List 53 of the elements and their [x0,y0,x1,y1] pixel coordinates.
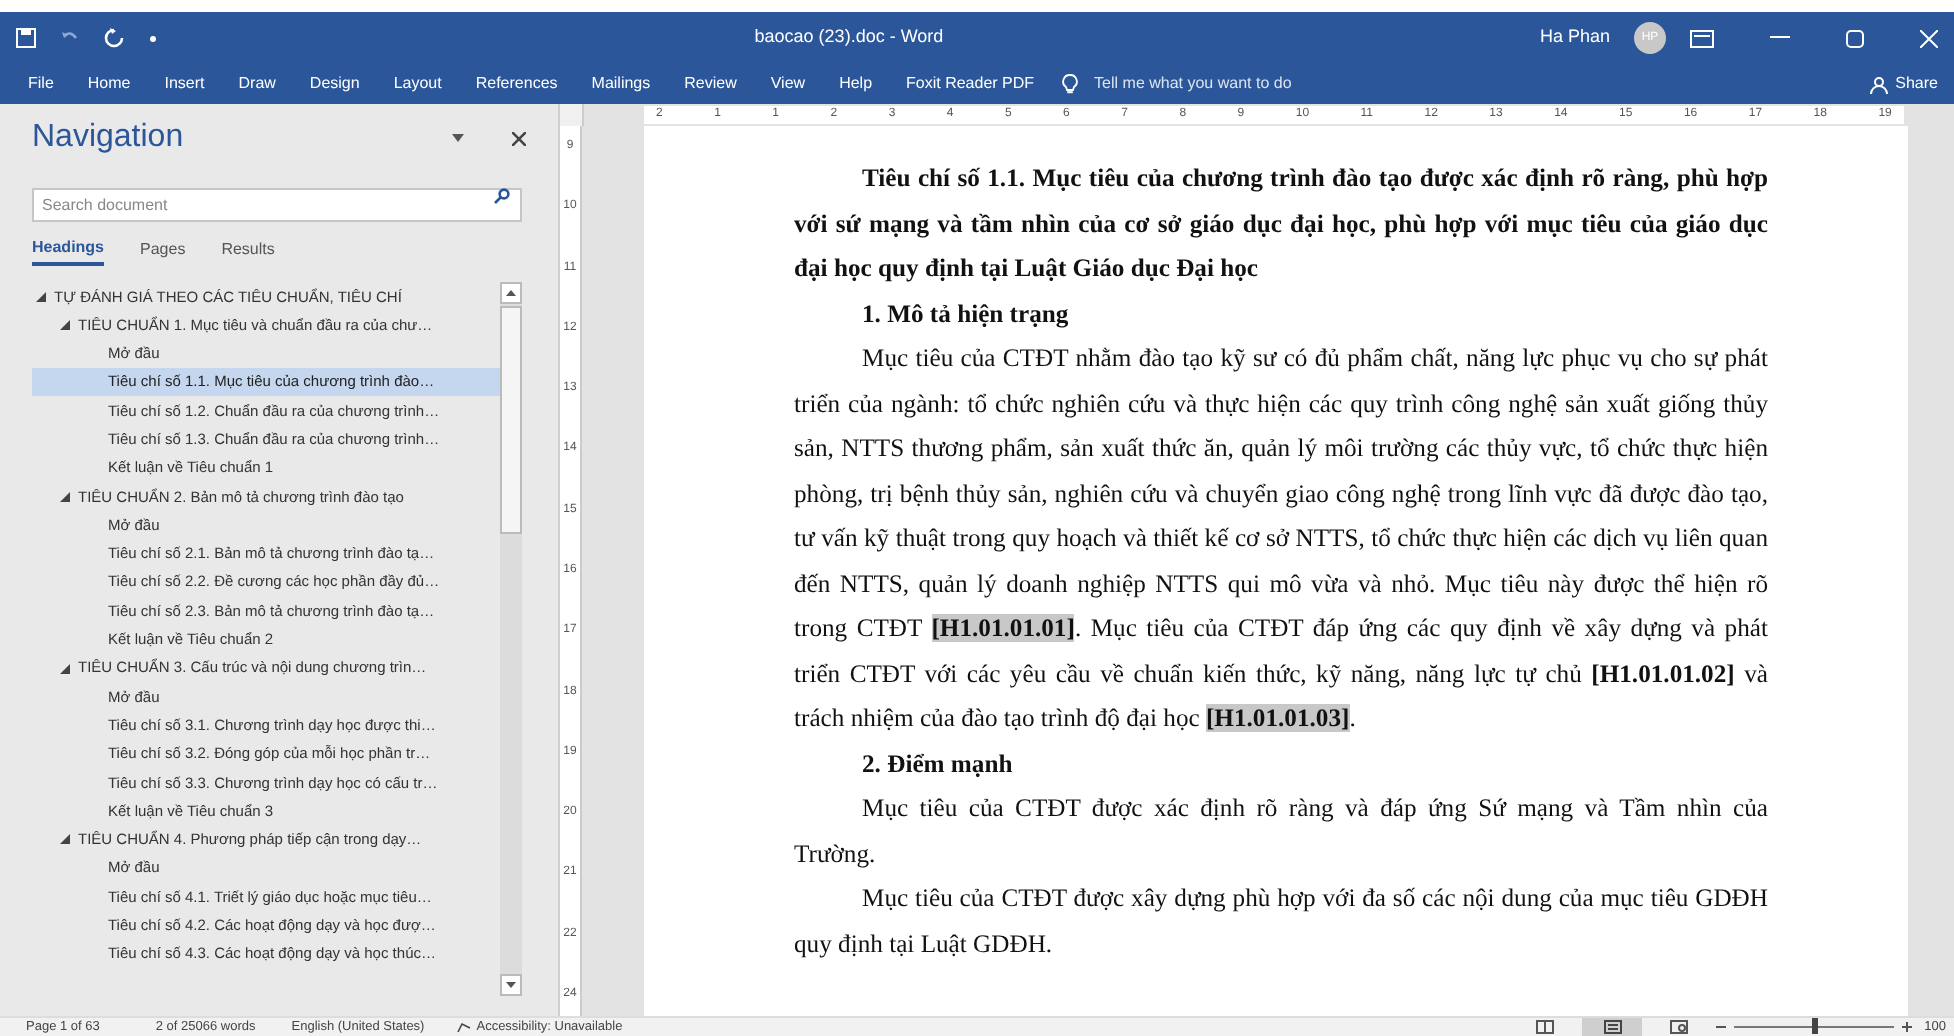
search-field[interactable]: Search document [32,188,522,222]
scroll-up-icon[interactable] [506,290,516,296]
tell-me-field[interactable]: Tell me what you want to do [1094,72,1292,96]
paragraph: Mục tiêu của CTĐT được xây dựng phù hợp với đa số các nội dung của mục tiêu GDĐH quy định tại Luật GDĐH. [794,882,1768,962]
pane-tab[interactable]: Pages [140,234,186,266]
pane-title: Navigation [32,118,184,158]
search-icon[interactable] [494,187,510,203]
accessibility-icon[interactable] [456,1021,473,1033]
ribbon-tab[interactable]: Foxit Reader PDF [906,72,1035,96]
minimize-icon[interactable] [1770,36,1790,40]
ribbon-tab[interactable]: References [475,72,558,96]
ribbon-tab[interactable]: Layout [393,72,442,96]
collapse-arrow-icon[interactable] [60,663,70,673]
subheading: 2. Điểm mạnh [860,747,1015,781]
ribbon-tab[interactable]: Help [839,72,873,96]
redo-icon[interactable] [104,28,124,48]
collapse-arrow-icon[interactable] [36,291,46,302]
paragraph: Mục tiêu của CTĐT nhằm đào tạo kỹ sư có đủ phẩm chất, năng lực phục vụ cho sự phát triển của ngành: tổ chức nghiên cứu và thực hiện các quy trình công nghệ sản xuất giống thủy sản, NTTS thương phẩm, sản xuất thức ăn, quản lý môi trường các thủy vực, tổ chức thực hiện phòng, trị bệnh thủy sản, nghiên cứu và chuyển giao công nghệ trong lĩnh vực đã được đào tạo, tư vấn kỹ thuật trong quy hoạch và thiết kế cơ sở NTTS, tổ chức thực hiện các dịch vụ liên quan đến NTTS, quản lý doanh nghiệp NTTS qui mô vừa và nhỏ. Mục tiêu này được thể hiện rõ trong CTĐT [H1.01.01.01]. Mục tiêu của CTĐT đáp ứng các quy định về xây dựng và phát triển CTĐT với các yêu cầu về chuẩn kiến thức, kỹ năng, năng lực tự chủ [H1.01.01.02] và trách nhiệm của đào tạo trình độ đại học [H1.01.01.03]. [794,342,1768,736]
person-icon [1869,75,1888,93]
ribbon-tab[interactable]: Design [309,72,360,96]
print-layout-icon [1603,1020,1622,1034]
ribbon-display-icon[interactable] [1690,29,1714,47]
ribbon-tab[interactable]: Mailings [591,72,651,96]
read-mode-icon[interactable] [1536,1020,1555,1034]
heading: Tiêu chí số 1.1. Mục tiêu của chương trình đào tạo được xác định rõ ràng, phù hợp với sứ mạng và tầm nhìn của cơ sở giáo dục đại học, phù hợp với mục tiêu của giáo dục đại học quy định tại Luật Giáo dục Đại học [794,162,1768,286]
collapse-arrow-icon[interactable] [60,319,70,330]
lightbulb-icon[interactable] [1062,74,1079,94]
collapse-arrow-icon[interactable] [60,834,70,845]
save-icon[interactable] [16,28,36,48]
close-icon[interactable] [512,131,526,145]
ribbon-tab[interactable]: Draw [238,72,276,96]
ribbon-tab[interactable]: Home [87,72,131,96]
scroll-down-icon[interactable] [506,982,516,988]
zoom-in-icon[interactable] [1902,1022,1913,1032]
dropdown-icon[interactable] [452,134,464,142]
scrollbar[interactable] [500,282,522,996]
subheading: 1. Mô tả hiện trạng [860,297,1071,332]
pane-tab[interactable]: Headings [32,234,105,266]
collapse-arrow-icon[interactable] [60,491,70,502]
window-title: baocao (23).doc - Word [754,26,944,47]
user-name: Ha Phan [1539,24,1610,51]
pane-tab[interactable]: Results [221,234,275,266]
ribbon-tab[interactable]: View [770,72,806,96]
ribbon-tab[interactable]: Review [684,72,737,96]
paragraph: Mục tiêu của CTĐT được xác định rõ ràng và đáp ứng Sứ mạng và Tầm nhìn của Trường. [794,792,1768,872]
web-layout-icon[interactable] [1670,1020,1689,1034]
customize-toolbar-icon[interactable] [148,33,158,43]
print-layout-button[interactable] [1582,1017,1643,1036]
restore-icon[interactable] [1846,29,1864,47]
zoom-slider-thumb[interactable] [1811,1018,1818,1034]
ribbon-tab[interactable]: Insert [164,72,205,96]
ribbon-tab[interactable]: File [28,72,54,96]
share-button[interactable]: Share [1869,72,1938,96]
